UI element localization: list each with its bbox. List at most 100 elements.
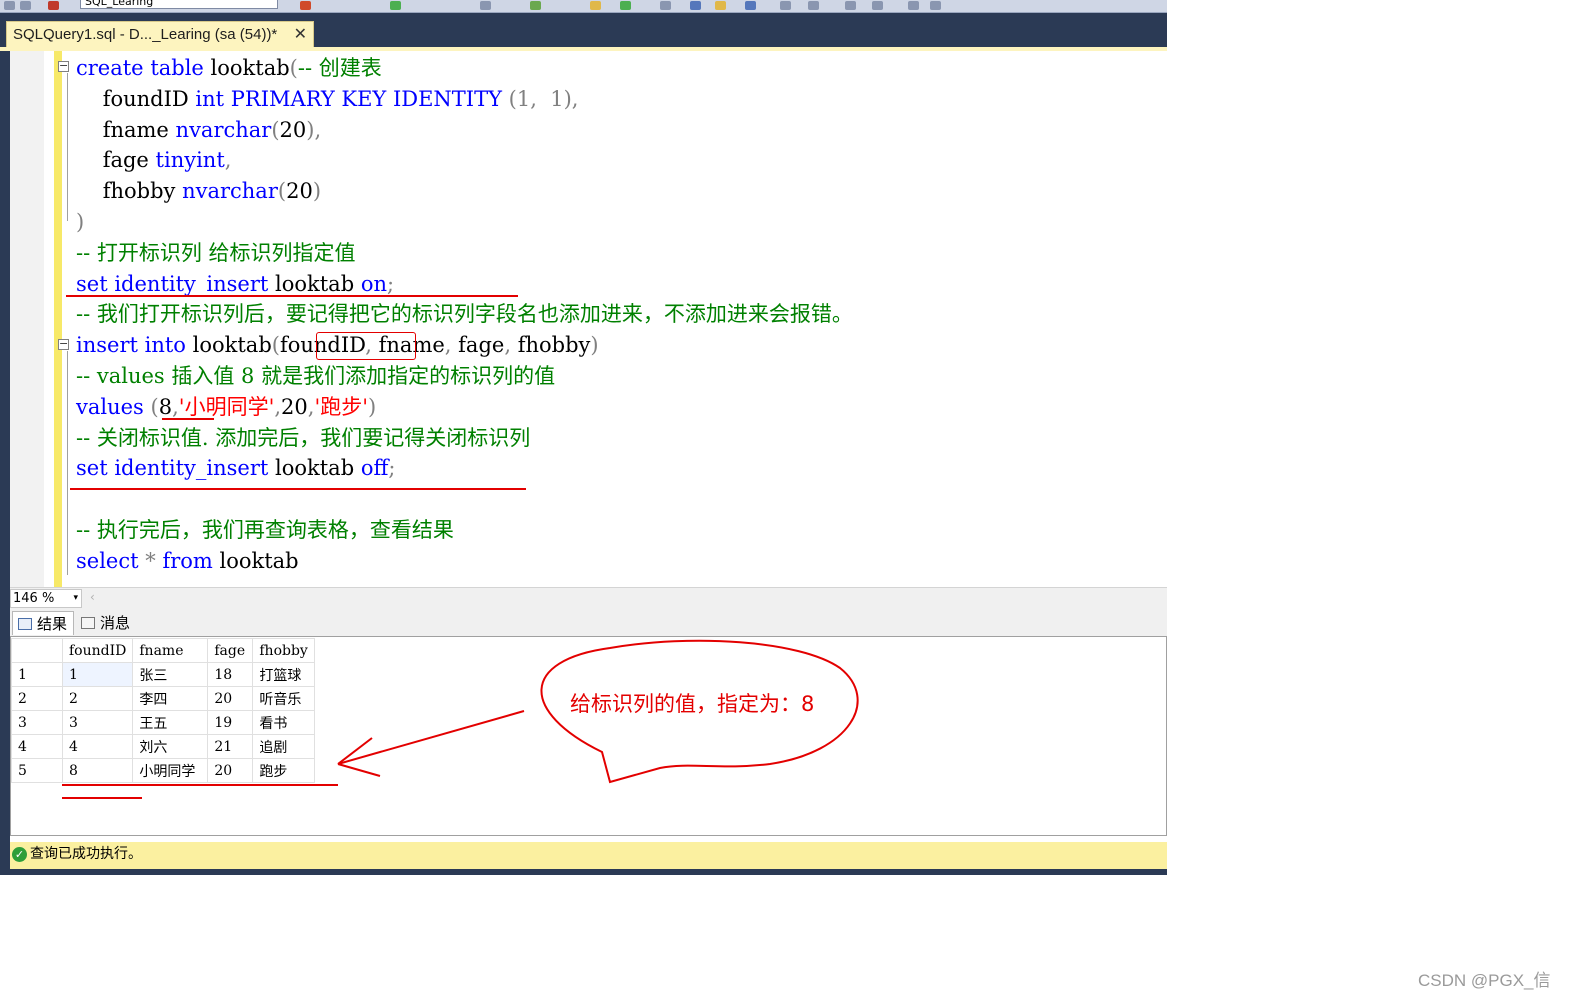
- results-body: 1 1 张三 18 打篮球 2 2 李四 20 听音乐 3 3 王五 19 看书 4 4 刘六 21 追剧 5 8 小明同学…: [11, 662, 315, 783]
- indent-icon[interactable]: [845, 1, 856, 10]
- table-row[interactable]: 4 4 刘六 21 追剧: [11, 734, 315, 759]
- code-token: ): [590, 333, 599, 358]
- table-cell[interactable]: 19: [207, 710, 254, 735]
- code-token: looktab: [268, 271, 361, 296]
- table-cell[interactable]: 2: [61, 686, 134, 711]
- zoom-select[interactable]: 146 % ▾: [10, 589, 82, 608]
- code-line: set identity_insert looktab off;: [76, 453, 395, 483]
- execute-icon[interactable]: [300, 1, 311, 10]
- table-row[interactable]: 3 3 王五 19 看书: [11, 710, 315, 735]
- close-icon[interactable]: ✕: [294, 22, 307, 48]
- toolbar-icon[interactable]: [745, 1, 756, 10]
- table-cell[interactable]: 跑步: [252, 758, 315, 783]
- success-icon: ✓: [12, 847, 27, 862]
- tab-messages-label: 消息: [100, 614, 131, 632]
- toolbar-icon[interactable]: [620, 1, 631, 10]
- collapse-icon[interactable]: −: [58, 338, 69, 350]
- column-header[interactable]: fage: [207, 638, 254, 663]
- code-token: ,: [504, 333, 512, 358]
- results-grid[interactable]: foundID fname fage fhobby 1 1 张三 18 打篮球 2 2 李四 2…: [10, 636, 1167, 836]
- table-cell[interactable]: 18: [207, 662, 254, 687]
- code-token: '跑步': [314, 394, 368, 419]
- table-cell[interactable]: 20: [207, 686, 254, 711]
- code-line: ): [76, 207, 84, 237]
- code-token: into: [144, 333, 186, 358]
- code-token: select: [76, 548, 139, 573]
- collapse-icon[interactable]: −: [58, 60, 69, 72]
- table-cell[interactable]: 王五: [132, 710, 209, 735]
- code-token: -- 创建表: [297, 56, 382, 80]
- delete-icon[interactable]: [48, 1, 59, 10]
- table-cell[interactable]: 3: [61, 710, 134, 735]
- table-row[interactable]: 1 1 张三 18 打篮球: [11, 662, 315, 687]
- code-token: insert: [76, 333, 138, 358]
- table-cell[interactable]: 追剧: [252, 734, 315, 759]
- table-cell[interactable]: 听音乐: [252, 686, 315, 711]
- code-token: -- values 插入值 8 就是我们添加指定的标识列的值: [76, 364, 556, 388]
- table-cell[interactable]: 张三: [132, 662, 209, 687]
- tab-messages[interactable]: 消息: [76, 611, 136, 635]
- document-tab[interactable]: SQLQuery1.sql - D..._Learing (sa (54))* …: [6, 21, 314, 48]
- code-token: fhobby: [76, 179, 183, 204]
- table-cell[interactable]: 4: [61, 734, 134, 759]
- code-token: looktab: [268, 456, 361, 481]
- table-cell[interactable]: 刘六: [132, 734, 209, 759]
- outdent-icon[interactable]: [872, 1, 883, 10]
- toolbar-icon[interactable]: [20, 1, 31, 10]
- chevron-down-icon[interactable]: [930, 1, 941, 10]
- toolbar-icon[interactable]: [715, 1, 726, 10]
- toolbar-icon[interactable]: [690, 1, 701, 10]
- table-cell[interactable]: 20: [207, 758, 254, 783]
- table-row[interactable]: 5 8 小明同学 20 跑步: [11, 758, 315, 783]
- code-token: *: [145, 548, 156, 573]
- document-tab-title: SQLQuery1.sql - D..._Learing (sa (54))*: [13, 26, 278, 43]
- code-token: 20: [286, 179, 313, 204]
- scroll-left-icon[interactable]: ‹: [90, 590, 95, 604]
- code-line: -- values 插入值 8 就是我们添加指定的标识列的值: [76, 361, 555, 391]
- tab-results[interactable]: 结果: [12, 611, 75, 635]
- align-icon[interactable]: [780, 1, 791, 10]
- toolbar-icon[interactable]: [480, 1, 491, 10]
- toolbar-icon[interactable]: [660, 1, 671, 10]
- code-line: -- 关闭标识值. 添加完后，我们要记得关闭标识列: [76, 423, 530, 453]
- align-icon[interactable]: [808, 1, 819, 10]
- code-token: ;: [388, 456, 396, 481]
- table-cell[interactable]: 小明同学: [132, 758, 209, 783]
- database-select[interactable]: SQL_Learing: [80, 0, 278, 9]
- row-number[interactable]: 1: [11, 662, 63, 687]
- code-line: select * from looktab: [76, 546, 299, 576]
- table-cell[interactable]: 李四: [132, 686, 209, 711]
- table-row[interactable]: 2 2 李四 20 听音乐: [11, 686, 315, 711]
- table-cell[interactable]: 21: [207, 734, 254, 759]
- table-cell[interactable]: 1: [61, 662, 134, 687]
- row-number[interactable]: 5: [11, 758, 63, 783]
- code-line: -- 打开标识列 给标识列指定值: [76, 238, 356, 268]
- table-cell[interactable]: 8: [61, 758, 134, 783]
- code-line: -- 我们打开标识列后，要记得把它的标识列字段名也添加进来，不添加进来会报错。: [76, 299, 853, 329]
- code-editor[interactable]: − − create table looktab(-- 创建表 foundID …: [10, 51, 1167, 587]
- code-token: tinyint: [155, 148, 225, 173]
- code-token: 20: [281, 394, 308, 419]
- row-number[interactable]: 4: [11, 734, 63, 759]
- outline-line: [67, 351, 68, 575]
- code-token: table: [150, 56, 204, 80]
- code-line: create table looktab(-- 创建表: [76, 53, 382, 83]
- toolbar-icon[interactable]: [590, 1, 601, 10]
- code-token: fhobby: [511, 333, 591, 358]
- code-token: (: [271, 333, 280, 358]
- code-token: off: [360, 456, 389, 481]
- table-cell[interactable]: 打篮球: [252, 662, 315, 687]
- toolbar-icon[interactable]: [4, 1, 15, 10]
- table-cell[interactable]: 看书: [252, 710, 315, 735]
- toolbar-icon[interactable]: [530, 1, 541, 10]
- toolbar-icon[interactable]: [908, 1, 919, 10]
- line-number-margin: [10, 51, 44, 587]
- column-header[interactable]: fhobby: [252, 638, 315, 663]
- row-number[interactable]: 3: [11, 710, 63, 735]
- column-header[interactable]: foundID: [61, 638, 134, 663]
- debug-icon[interactable]: [390, 1, 401, 10]
- code-line: foundID int PRIMARY KEY IDENTITY (1, 1),: [76, 84, 579, 114]
- column-header[interactable]: fname: [132, 638, 209, 663]
- row-number[interactable]: 2: [11, 686, 63, 711]
- zoom-bar: 146 % ▾ ‹: [10, 587, 1167, 609]
